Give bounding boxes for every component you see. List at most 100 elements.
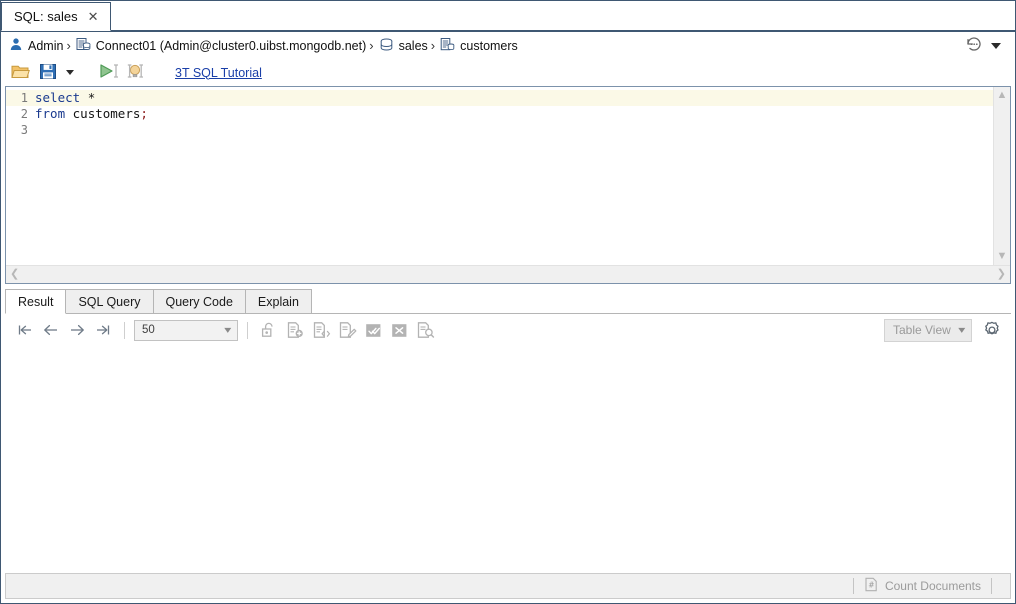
view-mode-select[interactable]: Table View ▾ xyxy=(884,318,972,342)
go-next-button[interactable] xyxy=(65,319,89,341)
tab-result[interactable]: Result xyxy=(5,289,67,314)
token-kw: select xyxy=(35,90,81,105)
save-dropdown-button[interactable] xyxy=(63,61,77,84)
discard-changes-icon xyxy=(391,323,406,337)
open-script-button[interactable] xyxy=(7,61,33,84)
clone-document-icon xyxy=(313,322,330,338)
chevron-up-icon[interactable]: ▲ xyxy=(997,90,1008,101)
toolbar-separator xyxy=(247,321,248,339)
save-script-button[interactable] xyxy=(35,61,61,84)
line-number: 1 xyxy=(20,91,28,105)
gear-icon xyxy=(985,321,999,335)
code-line[interactable]: 1 select * xyxy=(6,90,993,106)
run-query-icon xyxy=(97,62,123,83)
go-last-button[interactable] xyxy=(91,319,115,341)
open-folder-icon xyxy=(10,63,30,83)
sql-tutorial-link[interactable]: 3T SQL Tutorial xyxy=(175,66,262,80)
go-next-icon xyxy=(71,324,84,336)
count-documents-icon: # xyxy=(864,577,879,595)
user-icon xyxy=(9,37,23,54)
breadcrumb-separator: › xyxy=(430,38,436,53)
chevron-down-icon[interactable]: ▼ xyxy=(997,251,1008,262)
history-icon xyxy=(964,34,984,57)
chevron-down-icon[interactable] xyxy=(991,42,1001,49)
result-settings-button[interactable] xyxy=(979,318,1005,342)
chevron-down-icon[interactable]: ▾ xyxy=(958,325,971,336)
edit-document-icon xyxy=(339,322,356,338)
confirm-changes-icon xyxy=(365,323,380,337)
confirm-changes-button[interactable] xyxy=(361,319,385,341)
breadcrumb-user-label: Admin xyxy=(28,38,64,53)
tab-explain[interactable]: Explain xyxy=(244,289,312,313)
editor-horizontal-scrollbar[interactable]: ❮ ❯ xyxy=(6,265,1010,283)
breadcrumb: Admin › Connect01 (Admin@cluster0.uibst.… xyxy=(1,32,1015,59)
toolbar-separator xyxy=(124,321,125,339)
save-icon xyxy=(39,63,57,83)
run-query-button[interactable] xyxy=(97,61,123,84)
token-op: * xyxy=(87,90,96,105)
sql-editor-body: 1 select * 2 from customers; 3 ▲ ▼ xyxy=(6,87,1010,265)
editor-vertical-scrollbar[interactable]: ▲ ▼ xyxy=(993,87,1010,265)
document-tabstrip: SQL: sales ✕ xyxy=(1,1,1015,32)
chevron-down-icon xyxy=(66,70,74,75)
count-documents-button[interactable]: # Count Documents xyxy=(864,577,981,595)
server-icon xyxy=(76,37,91,55)
status-separator xyxy=(852,578,854,594)
query-hint-button[interactable] xyxy=(125,61,151,84)
find-document-button[interactable] xyxy=(413,319,437,341)
result-panel: Result SQL Query Query Code Explain 50 ▾… xyxy=(5,288,1011,569)
breadcrumb-separator: › xyxy=(66,38,71,53)
breadcrumb-collection-label: customers xyxy=(460,38,518,53)
unlock-icon xyxy=(261,322,273,337)
go-first-icon xyxy=(18,325,31,335)
tab-query-code[interactable]: Query Code xyxy=(152,289,246,313)
add-document-icon xyxy=(287,322,303,338)
result-tabstrip: Result SQL Query Query Code Explain xyxy=(5,288,1011,314)
breadcrumb-separator: › xyxy=(369,38,374,53)
line-number: 3 xyxy=(20,123,28,137)
breadcrumb-item-connection[interactable]: Connect01 (Admin@cluster0.uibst.mongodb.… xyxy=(76,37,366,55)
code-line[interactable]: 2 from customers; xyxy=(6,106,993,122)
page-size-value: 50 xyxy=(142,324,155,336)
close-icon[interactable]: ✕ xyxy=(87,10,100,23)
breadcrumb-database-label: sales xyxy=(398,38,428,53)
query-history-button[interactable] xyxy=(964,34,1007,57)
code-line[interactable]: 3 xyxy=(6,122,993,138)
result-grid-empty[interactable] xyxy=(5,346,1011,569)
line-number: 2 xyxy=(20,107,28,121)
count-documents-label: Count Documents xyxy=(884,579,981,593)
sql-editor: 1 select * 2 from customers; 3 ▲ ▼ ❮ ❯ xyxy=(5,86,1011,284)
go-previous-button[interactable] xyxy=(39,319,63,341)
toggle-edit-lock-button[interactable] xyxy=(257,319,281,341)
lightbulb-hint-icon xyxy=(125,62,151,84)
breadcrumb-item-collection[interactable]: customers xyxy=(440,37,518,55)
go-first-button[interactable] xyxy=(13,319,37,341)
svg-text:#: # xyxy=(868,580,874,589)
token-op xyxy=(65,106,73,121)
code-text: from customers; xyxy=(35,106,148,122)
add-document-button[interactable] xyxy=(283,319,307,341)
status-separator xyxy=(991,578,992,594)
code-text: select * xyxy=(35,90,95,106)
chevron-left-icon[interactable]: ❮ xyxy=(10,269,19,280)
page-size-select[interactable]: 50 ▾ xyxy=(134,319,238,341)
clone-document-button[interactable] xyxy=(309,319,333,341)
database-icon xyxy=(379,37,394,55)
sql-editor-text[interactable]: 1 select * 2 from customers; 3 xyxy=(6,87,993,265)
token-punct: ; xyxy=(140,106,148,121)
breadcrumb-item-database[interactable]: sales xyxy=(379,37,428,55)
breadcrumb-connection-label: Connect01 (Admin@cluster0.uibst.mongodb.… xyxy=(95,38,367,53)
token-ident: customers xyxy=(72,106,141,121)
edit-document-button[interactable] xyxy=(335,319,359,341)
editor-toolbar: 3T SQL Tutorial xyxy=(1,59,1015,86)
view-mode-value: Table View xyxy=(893,323,951,337)
breadcrumb-item-user[interactable]: Admin xyxy=(9,37,63,54)
discard-changes-button[interactable] xyxy=(387,319,411,341)
find-document-icon xyxy=(417,322,434,338)
tab-sql-sales[interactable]: SQL: sales ✕ xyxy=(1,2,111,31)
result-toolbar: 50 ▾ Table View ▾ xyxy=(5,314,1011,346)
status-bar: # Count Documents xyxy=(5,573,1011,599)
tab-sql-query[interactable]: SQL Query xyxy=(65,289,154,313)
chevron-down-icon[interactable]: ▾ xyxy=(224,325,237,336)
chevron-right-icon[interactable]: ❯ xyxy=(997,269,1006,280)
